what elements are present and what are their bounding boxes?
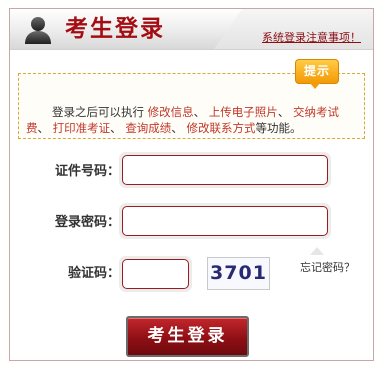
forgot-password-link[interactable]: 忘记密码？ xyxy=(300,259,355,275)
captcha-field-wrap xyxy=(119,256,192,292)
tip-feature-text: 修改联系方式 xyxy=(186,121,256,135)
id-number-field-wrap xyxy=(119,152,331,188)
user-silhouette-icon xyxy=(25,17,51,44)
forgot-pointer xyxy=(310,247,324,255)
captcha-image[interactable]: 3701 xyxy=(207,257,270,290)
tip-feature-text: 修改信息 xyxy=(147,105,194,119)
login-button[interactable]: 考生登录 xyxy=(126,316,249,357)
captcha-input[interactable] xyxy=(122,259,189,289)
id-number-label: 证件号码： xyxy=(54,164,120,179)
login-notice-link[interactable]: 系统登录注意事项！ xyxy=(262,29,361,45)
tip-plain-text: 、 xyxy=(171,121,187,135)
tip-plain-text: 、 xyxy=(193,105,209,119)
page-title: 考生登录 xyxy=(65,15,165,42)
tip-plain-text: 、 xyxy=(110,121,126,135)
id-number-input[interactable] xyxy=(122,155,328,185)
tip-feature-text: 查询成绩 xyxy=(125,121,172,135)
login-panel: 考生登录 系统登录注意事项！ 提示 登录之后可以执行 修改信息、 上传电子照片、… xyxy=(9,8,374,361)
password-input[interactable] xyxy=(122,206,328,236)
tip-plain-text: 登录之后可以执行 xyxy=(52,105,148,119)
tip-plain-text: 、 xyxy=(277,105,293,119)
tip-badge: 提示 xyxy=(295,59,339,89)
captcha-label: 验证码： xyxy=(67,266,120,281)
panel-header: 考生登录 系统登录注意事项！ xyxy=(10,9,373,50)
password-field-wrap xyxy=(119,203,331,239)
tip-plain-text: 、 xyxy=(37,121,53,135)
password-label: 登录密码： xyxy=(54,215,120,230)
tip-plain-text: 等功能。 xyxy=(255,121,302,135)
tip-text: 登录之后可以执行 修改信息、 上传电子照片、 交纳考试费、 打印准考证、 查询成… xyxy=(26,104,356,136)
tip-feature-text: 打印准考证 xyxy=(52,121,111,135)
tip-feature-text: 上传电子照片 xyxy=(208,105,278,119)
